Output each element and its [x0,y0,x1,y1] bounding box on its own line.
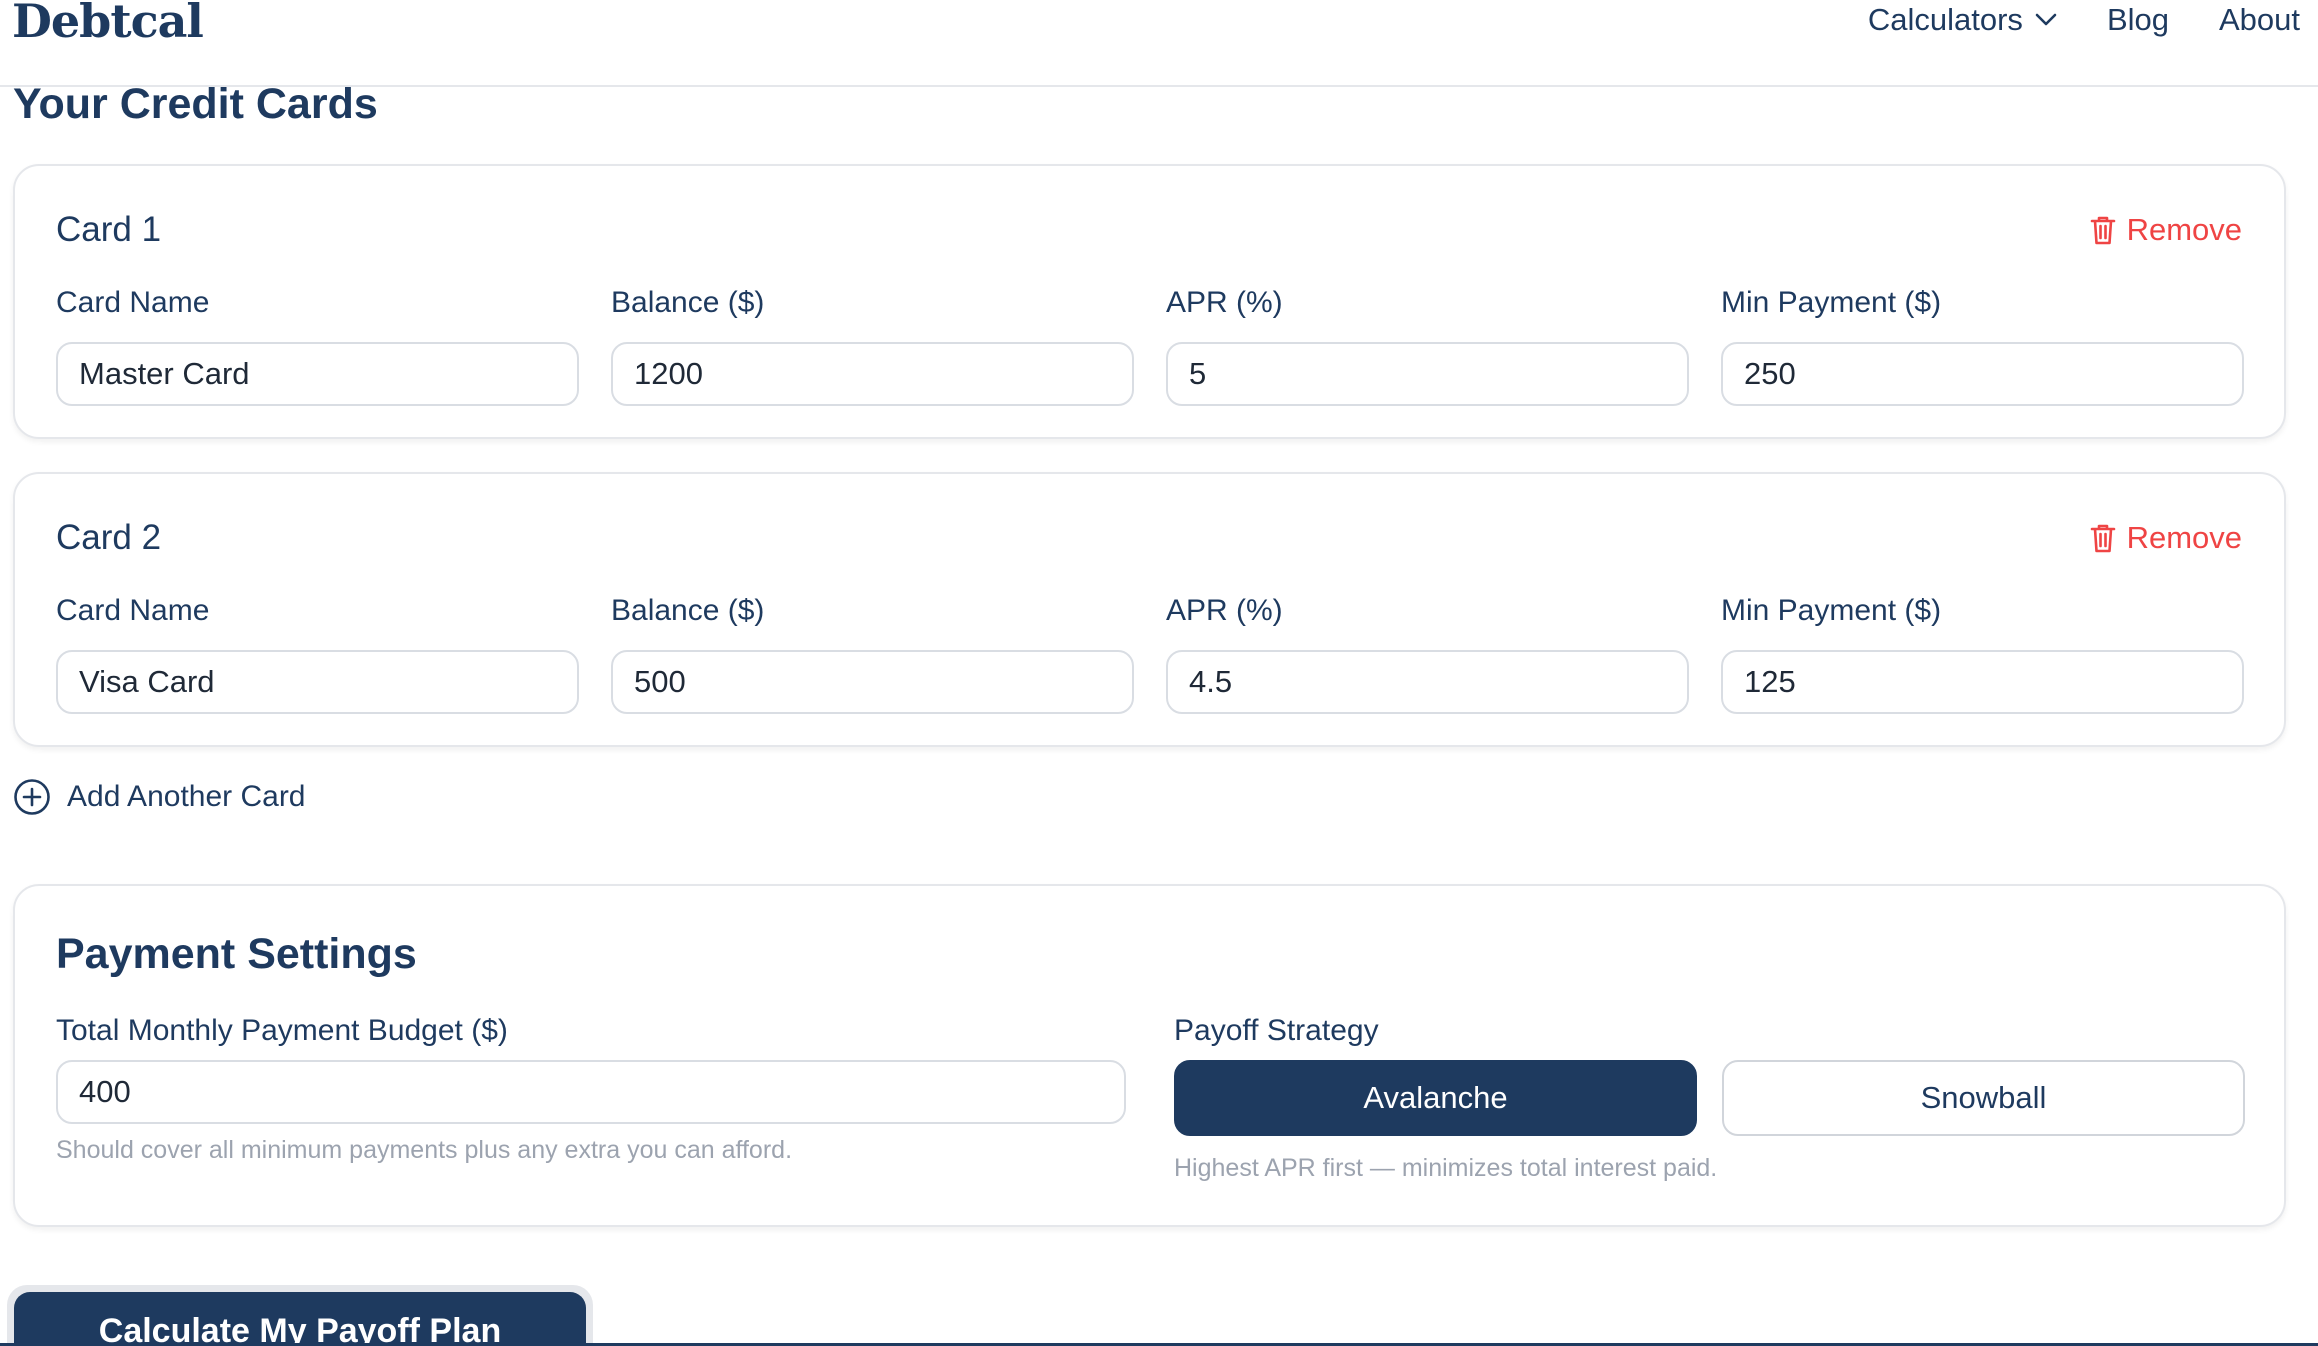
min-payment-label: Min Payment ($) [1721,594,1942,627]
remove-card-button[interactable]: Remove [2089,212,2242,248]
nav-blog-label: Blog [2106,2,2169,37]
apr-input[interactable]: 4.5 [1166,650,1689,714]
apr-field: APR (%) 5 [1166,286,1689,406]
credit-card-panel: Card 1 Remove Card Name Master Card Bala… [13,164,2286,439]
budget-field: Total Monthly Payment Budget ($) 400 Sho… [56,1014,1126,1165]
min-payment-field: Min Payment ($) 125 [1721,594,2244,714]
top-navigation-bar: Debtcal Calculators Blog About [0,0,2318,87]
card-heading: Card 1 [56,210,162,249]
trash-icon [2089,214,2117,246]
payoff-strategy: Payoff Strategy Avalanche Snowball Highe… [1174,1014,2248,1183]
site-logo[interactable]: Debtcal [12,0,204,48]
apr-field: APR (%) 4.5 [1166,594,1689,714]
nav-calculators[interactable]: Calculators [1868,2,2057,38]
budget-input[interactable]: 400 [56,1060,1126,1124]
calculate-button[interactable]: Calculate My Payoff Plan [14,1292,586,1346]
remove-label: Remove [2126,212,2242,247]
snowball-button[interactable]: Snowball [1722,1060,2245,1136]
credit-card-panel: Card 2 Remove Card Name Visa Card Balanc… [13,472,2286,747]
balance-field: Balance ($) 500 [611,594,1134,714]
card-name-input[interactable]: Visa Card [56,650,579,714]
min-payment-field: Min Payment ($) 250 [1721,286,2244,406]
calculate-button-focus-ring: Calculate My Payoff Plan [7,1285,593,1346]
strategy-hint: Highest APR first — minimizes total inte… [1174,1154,1718,1182]
payment-settings-title: Payment Settings [56,930,417,978]
balance-label: Balance ($) [611,286,765,319]
nav-calculators-label: Calculators [1867,2,2023,37]
plus-circle-icon [13,778,51,816]
card-name-field: Card Name Visa Card [56,594,579,714]
card-name-input[interactable]: Master Card [56,342,579,406]
min-payment-input[interactable]: 125 [1721,650,2244,714]
add-card-label: Add Another Card [67,780,306,813]
budget-label: Total Monthly Payment Budget ($) [56,1014,508,1047]
balance-input[interactable]: 500 [611,650,1134,714]
remove-label: Remove [2126,520,2242,555]
card-name-field: Card Name Master Card [56,286,579,406]
trash-icon [2089,522,2117,554]
apr-input[interactable]: 5 [1166,342,1689,406]
card-name-label: Card Name [56,286,210,319]
main-nav: Calculators Blog About [1868,2,2300,38]
balance-input[interactable]: 1200 [611,342,1134,406]
remove-card-button[interactable]: Remove [2089,520,2242,556]
balance-field: Balance ($) 1200 [611,286,1134,406]
card-name-label: Card Name [56,594,210,627]
nav-about[interactable]: About [2219,2,2300,38]
avalanche-button[interactable]: Avalanche [1174,1060,1697,1136]
nav-about-label: About [2218,2,2300,37]
chevron-down-icon [2035,13,2057,27]
apr-label: APR (%) [1166,594,1283,627]
add-card-button[interactable]: Add Another Card [13,778,306,816]
payment-settings-panel: Payment Settings Total Monthly Payment B… [13,884,2286,1227]
balance-label: Balance ($) [611,594,765,627]
min-payment-input[interactable]: 250 [1721,342,2244,406]
nav-blog[interactable]: Blog [2107,2,2169,38]
apr-label: APR (%) [1166,286,1283,319]
strategy-label: Payoff Strategy [1174,1014,1379,1047]
card-heading: Card 2 [56,518,162,557]
credit-cards-title: Your Credit Cards [13,80,378,128]
budget-hint: Should cover all minimum payments plus a… [56,1136,793,1164]
strategy-toggle: Avalanche Snowball [1174,1060,2248,1136]
min-payment-label: Min Payment ($) [1721,286,1942,319]
